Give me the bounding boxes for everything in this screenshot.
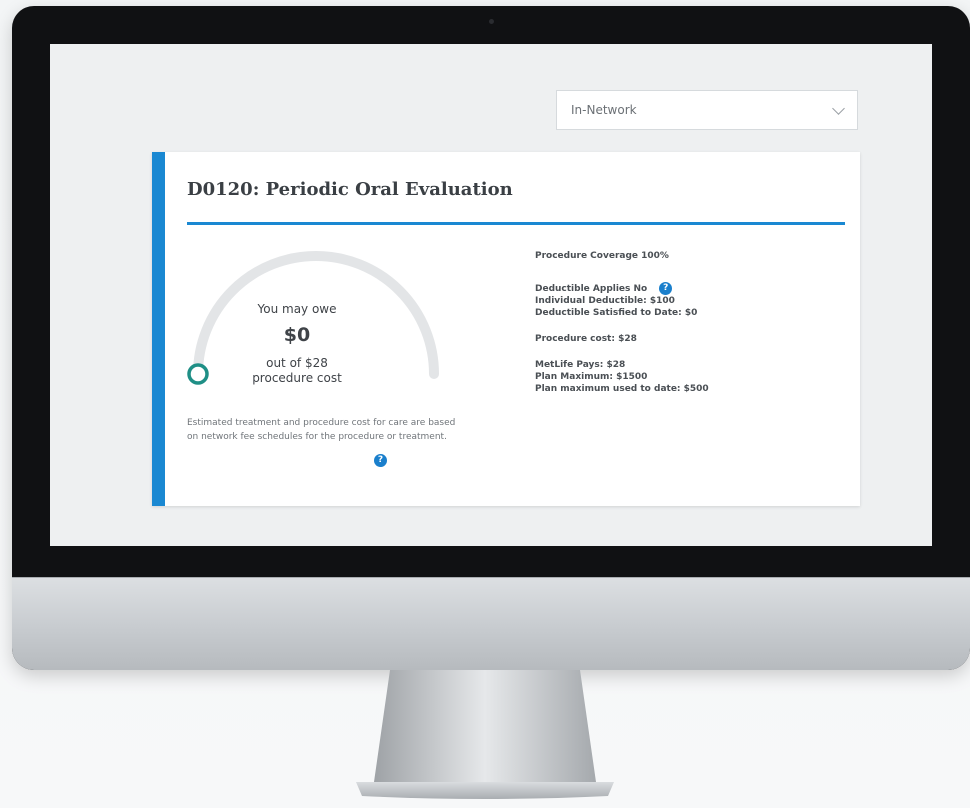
card-accent-bar [152, 152, 165, 506]
title-divider [187, 222, 845, 225]
owed-amount: $0 [283, 324, 311, 346]
procedure-coverage: Procedure Coverage 100% [535, 251, 669, 261]
gauge-summary: You may owe $0 out of $28 procedure cost [212, 302, 382, 386]
monitor: In-Network D0120: Periodic Oral Evaluati… [12, 6, 970, 670]
monitor-stand [356, 670, 614, 799]
camera-dot [489, 19, 494, 24]
metlife-pays: MetLife Pays: $28 [535, 360, 626, 370]
coverage-details: Procedure Coverage 100% Deductible Appli… [535, 250, 845, 409]
individual-deductible: Individual Deductible: $100 [535, 296, 675, 306]
help-icon[interactable]: ? [374, 454, 387, 467]
procedure-cost: Procedure cost: $28 [535, 334, 637, 344]
network-dropdown-value: In-Network [571, 103, 637, 117]
out-of-cost-line2: procedure cost [252, 371, 342, 385]
monitor-chin [12, 577, 970, 670]
deductible-applies: Deductible Applies No [535, 284, 648, 294]
out-of-cost-line1: out of $28 [266, 356, 328, 370]
deductible-satisfied: Deductible Satisfied to Date: $0 [535, 308, 698, 318]
help-icon[interactable]: ? [659, 282, 673, 295]
screen: In-Network D0120: Periodic Oral Evaluati… [50, 44, 932, 546]
plan-maximum-used: Plan maximum used to date: $500 [535, 384, 709, 394]
gauge-marker [187, 363, 209, 385]
estimate-disclaimer: Estimated treatment and procedure cost f… [187, 418, 456, 442]
plan-maximum: Plan Maximum: $1500 [535, 372, 648, 382]
procedure-title: D0120: Periodic Oral Evaluation [187, 179, 513, 200]
you-may-owe-label: You may owe [257, 302, 337, 316]
chevron-down-icon [832, 101, 845, 115]
deductible-applies-row: Deductible Applies No? [535, 282, 845, 295]
procedure-card: D0120: Periodic Oral Evaluation You may … [152, 152, 860, 506]
network-dropdown[interactable]: In-Network [556, 90, 858, 130]
